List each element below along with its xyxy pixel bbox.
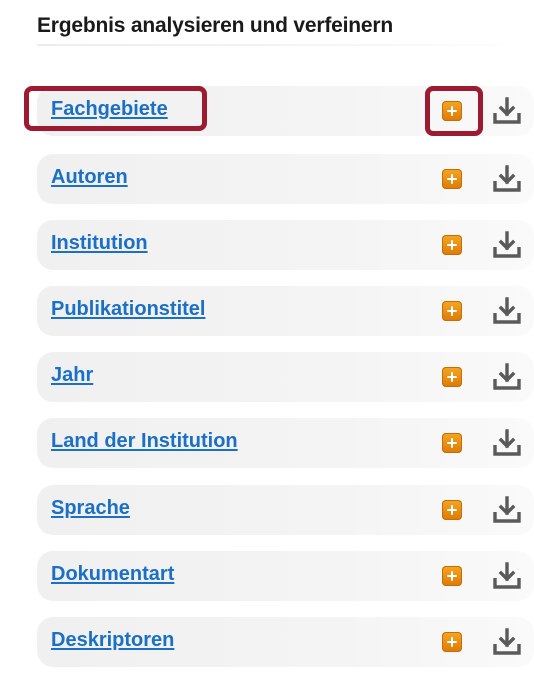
download-icon[interactable] [492, 429, 522, 457]
facet-row-sprache: Sprache [37, 485, 534, 535]
facet-row-land-der-institution: Land der Institution [37, 418, 534, 468]
facet-link-fachgebiete[interactable]: Fachgebiete [51, 98, 168, 121]
facet-row-fachgebiete: Fachgebiete [37, 86, 534, 136]
download-icon[interactable] [492, 165, 522, 193]
download-icon[interactable] [492, 562, 522, 590]
facet-row-jahr: Jahr [37, 352, 534, 402]
expand-plus-icon[interactable] [442, 101, 462, 121]
expand-plus-icon[interactable] [442, 235, 462, 255]
expand-plus-icon[interactable] [442, 367, 462, 387]
download-icon[interactable] [492, 97, 522, 125]
download-icon[interactable] [492, 363, 522, 391]
download-icon[interactable] [492, 628, 522, 656]
download-icon[interactable] [492, 231, 522, 259]
facet-list: Fachgebiete Autoren Institution Publikat… [0, 0, 534, 677]
facet-link-jahr[interactable]: Jahr [51, 364, 93, 387]
expand-plus-icon[interactable] [442, 433, 462, 453]
facet-row-deskriptoren: Deskriptoren [37, 617, 534, 667]
expand-plus-icon[interactable] [442, 169, 462, 189]
expand-plus-icon[interactable] [442, 301, 462, 321]
facet-link-dokumentart[interactable]: Dokumentart [51, 563, 174, 586]
expand-plus-icon[interactable] [442, 632, 462, 652]
facet-link-institution[interactable]: Institution [51, 232, 148, 255]
expand-plus-icon[interactable] [442, 566, 462, 586]
download-icon[interactable] [492, 297, 522, 325]
facet-row-dokumentart: Dokumentart [37, 551, 534, 601]
facet-link-publikationstitel[interactable]: Publikationstitel [51, 298, 205, 321]
facet-link-autoren[interactable]: Autoren [51, 166, 128, 189]
facet-row-autoren: Autoren [37, 154, 534, 204]
facet-link-deskriptoren[interactable]: Deskriptoren [51, 629, 174, 652]
facet-link-land-der-institution[interactable]: Land der Institution [51, 430, 238, 453]
facet-row-institution: Institution [37, 220, 534, 270]
facet-row-publikationstitel: Publikationstitel [37, 286, 534, 336]
download-icon[interactable] [492, 496, 522, 524]
expand-plus-icon[interactable] [442, 500, 462, 520]
facet-link-sprache[interactable]: Sprache [51, 497, 130, 520]
